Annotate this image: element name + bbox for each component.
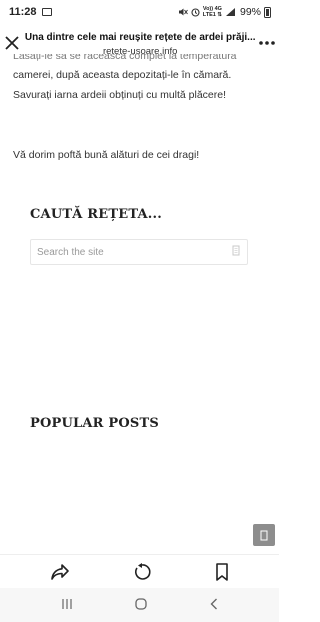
article-text-line: Savurați iarna ardeii obținuți cu multă …	[13, 89, 227, 101]
search-input[interactable]: Search the site	[30, 239, 248, 265]
search-icon[interactable]	[229, 245, 243, 259]
battery-percent: 99%	[239, 6, 261, 18]
article-text-line: camerei, după aceasta depozitați-le în c…	[13, 69, 232, 81]
gallery-icon	[41, 8, 52, 16]
article-text-cut: Lăsați-le să se răcească complet la temp…	[13, 54, 237, 62]
close-icon	[5, 36, 20, 50]
home-button[interactable]	[135, 597, 148, 613]
system-navigation-bar	[0, 588, 279, 622]
battery-icon	[264, 6, 271, 18]
alarm-icon	[191, 8, 200, 17]
recent-apps-icon	[62, 598, 72, 609]
back-icon	[210, 598, 217, 609]
status-bar: 11:28 Vo)) 4G LTE1 ⇅ 99%	[0, 0, 279, 24]
article-closing-line: Vă dorim poftă bună alături de cei dragi…	[13, 149, 200, 161]
arrow-up-icon	[260, 530, 268, 540]
mute-icon	[178, 8, 188, 16]
reload-icon	[135, 562, 152, 580]
network-type-label: Vo)) 4G LTE1 ⇅	[202, 6, 222, 18]
back-button[interactable]	[210, 598, 218, 613]
browser-toolbar	[0, 554, 279, 588]
more-options-icon	[259, 41, 276, 45]
scroll-to-top-button[interactable]	[253, 524, 275, 546]
search-placeholder: Search the site	[37, 246, 104, 258]
page-info[interactable]: Una dintre cele mai reușite rețete de ar…	[25, 30, 256, 57]
status-time: 11:28	[9, 6, 37, 18]
home-icon	[135, 597, 148, 610]
reload-button[interactable]	[133, 562, 152, 581]
page-title: Una dintre cele mai reușite rețete de ar…	[24, 31, 256, 43]
web-content: Lăsați-le să se răcească complet la temp…	[0, 54, 279, 554]
recent-apps-button[interactable]	[61, 598, 73, 613]
share-icon	[51, 563, 69, 580]
popular-posts-title: POPULAR POSTS	[30, 416, 159, 431]
share-button[interactable]	[50, 563, 70, 581]
search-widget-title: CAUTĂ REȚETA...	[30, 207, 162, 222]
bookmark-icon	[216, 562, 228, 581]
signal-icon	[225, 8, 235, 16]
status-icons: Vo)) 4G LTE1 ⇅ 99%	[178, 6, 271, 18]
bookmark-button[interactable]	[215, 562, 229, 581]
